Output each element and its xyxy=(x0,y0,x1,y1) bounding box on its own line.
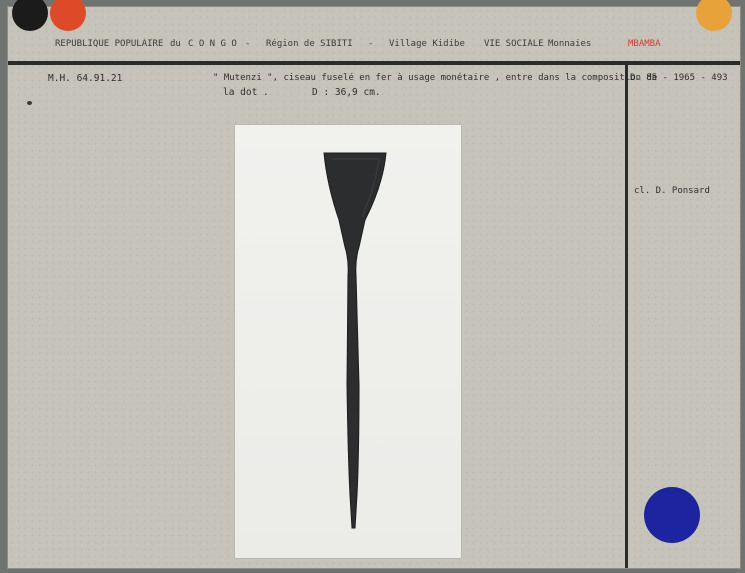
vertical-divider xyxy=(625,65,628,568)
header-country: REPUBLIQUE POPULAIRE xyxy=(55,39,164,49)
inventory-number: M.H. 64.91.21 xyxy=(48,73,123,84)
yellow-dot-marker xyxy=(696,0,732,31)
header-dash-2: - xyxy=(368,39,374,49)
dimension: D : 36,9 cm. xyxy=(312,87,381,98)
header-subcategory: Monnaies xyxy=(548,39,592,49)
iron-chisel-icon xyxy=(323,152,387,529)
header-region: Région de SIBITI xyxy=(266,39,353,49)
description-line-2: la dot . xyxy=(223,87,269,98)
header-congo: C O N G O xyxy=(188,39,237,49)
horizontal-divider xyxy=(8,61,740,65)
header-village: Village Kidibe xyxy=(389,39,465,49)
blue-dot-marker xyxy=(644,487,700,543)
photo-reference: D. 85 - 1965 - 493 xyxy=(630,73,728,83)
header-dash-1: - xyxy=(245,39,251,49)
paper-speck xyxy=(27,101,32,105)
catalog-card: REPUBLIQUE POPULAIRE du C O N G O - Régi… xyxy=(7,0,741,569)
photographer-credit: cl. D. Ponsard xyxy=(634,186,710,196)
object-photograph xyxy=(235,125,461,558)
description-line-1: " Mutenzi ", ciseau fuselé en fer à usag… xyxy=(213,73,658,83)
header-category: VIE SOCIALE xyxy=(484,39,544,49)
header-du: du xyxy=(170,39,181,49)
red-dot-marker xyxy=(50,0,86,31)
black-dot-marker xyxy=(12,0,48,31)
header-ethnic-group: MBAMBA xyxy=(628,39,661,49)
